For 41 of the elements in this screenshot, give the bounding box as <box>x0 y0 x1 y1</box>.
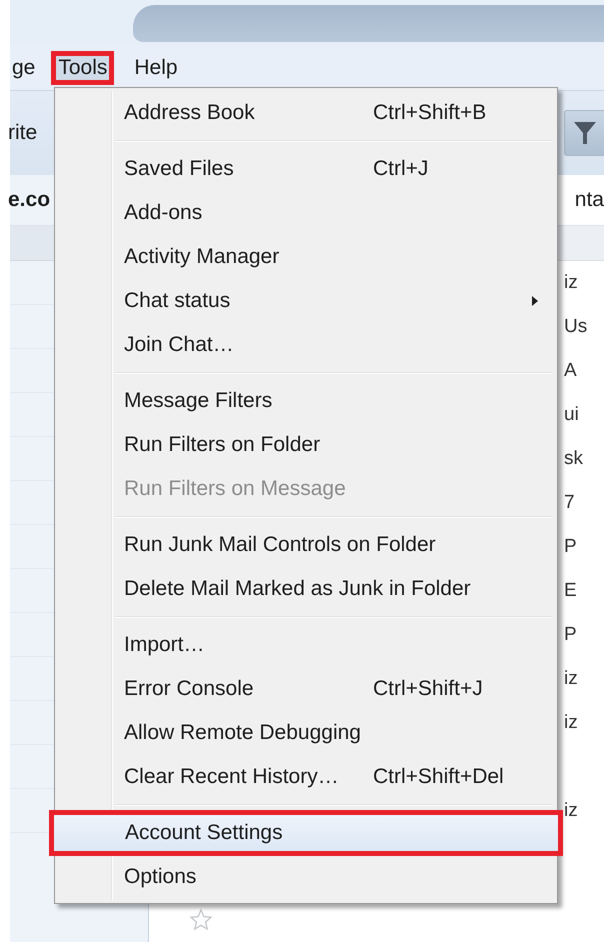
menu-item[interactable]: Join Chat… <box>57 323 555 367</box>
message-cell-text: Us <box>564 316 588 338</box>
menu-item[interactable]: Error Console Ctrl+Shift+J <box>57 667 555 711</box>
filter-button[interactable] <box>564 110 604 156</box>
menu-item[interactable]: Chat status <box>57 279 555 323</box>
shortcut-text: Ctrl+Shift+J <box>373 677 483 701</box>
message-cell-text: P <box>564 624 578 646</box>
menu-bar-item[interactable]: Tools <box>51 50 114 84</box>
menu-item[interactable]: Activity Manager <box>57 235 555 279</box>
message-cell-text: A <box>564 360 578 382</box>
message-cell-text: E <box>564 580 578 602</box>
message-cell-text: iz <box>564 800 579 822</box>
message-cell-text: 7 <box>564 492 576 514</box>
filter-icon <box>572 120 596 146</box>
account-name-text: e.co <box>8 188 50 212</box>
message-cell-text: ui <box>564 404 580 426</box>
menu-item[interactable]: Add-ons <box>57 191 555 235</box>
star-icon[interactable] <box>189 908 213 932</box>
menu-item[interactable]: Message Filters <box>57 379 555 423</box>
shortcut-text: Ctrl+Shift+B <box>373 101 486 125</box>
menu-bar-item[interactable]: Help <box>128 52 184 84</box>
menu-item[interactable]: Account Settings <box>49 810 563 856</box>
message-cell-text: sk <box>564 448 584 470</box>
shortcut-text: Ctrl+Shift+Del <box>373 765 504 789</box>
menu-item[interactable]: Run Junk Mail Controls on Folder <box>57 523 555 567</box>
menu-item[interactable]: Options <box>57 855 555 899</box>
shortcut-text: Ctrl+J <box>373 157 428 181</box>
write-button[interactable]: rite <box>8 121 38 145</box>
message-cell-text: P <box>564 536 578 558</box>
menu-item[interactable]: Clear Recent History… Ctrl+Shift+Del <box>57 755 555 799</box>
menu-item[interactable]: Import… <box>57 623 555 667</box>
message-cell-text: iz <box>564 712 579 734</box>
message-cell-text: iz <box>564 272 579 294</box>
menu-item[interactable]: Address Book Ctrl+Shift+B <box>57 91 555 135</box>
menu-item[interactable]: Run Filters on Folder <box>57 423 555 467</box>
menu-item[interactable]: Allow Remote Debugging <box>57 711 555 755</box>
column-header-text: nta <box>574 188 604 212</box>
menu-item[interactable]: Delete Mail Marked as Junk in Folder <box>57 567 555 611</box>
menu-item[interactable]: Saved Files Ctrl+J <box>57 147 555 191</box>
message-cell-text: iz <box>564 668 579 690</box>
menu-bar-item[interactable]: ge <box>6 52 42 84</box>
